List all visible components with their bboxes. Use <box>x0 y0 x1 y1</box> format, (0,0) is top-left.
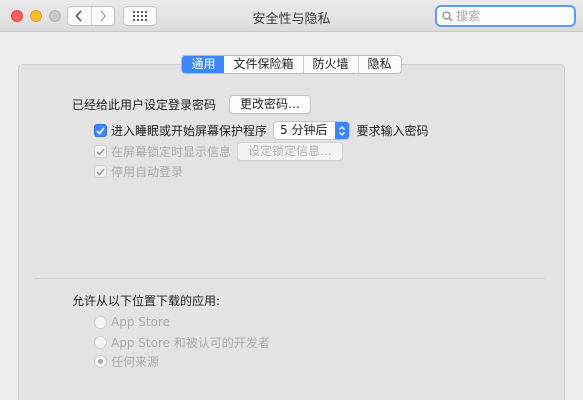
disable-auto-login-checkbox[interactable] <box>94 165 107 178</box>
updown-arrows-icon <box>335 122 350 139</box>
section-divider <box>35 278 545 279</box>
download-option-identified-developers[interactable]: App Store 和被认可的开发者 <box>94 334 270 351</box>
set-lock-message-button[interactable]: 设定锁定信息… <box>237 142 344 161</box>
require-password-suffix: 要求输入密码 <box>356 124 429 138</box>
show-message-label: 在屏幕锁定时显示信息 <box>111 145 232 159</box>
show-message-checkbox[interactable] <box>94 145 107 158</box>
require-password-row: 进入睡眠或开始屏幕保护程序 5 分钟后 要求输入密码 <box>94 121 428 140</box>
tab-firewall[interactable]: 防火墙 <box>302 56 358 73</box>
checkmark-icon <box>96 168 105 176</box>
checkmark-icon <box>96 126 105 135</box>
download-option-anywhere[interactable]: 任何来源 <box>94 353 159 370</box>
tab-general[interactable]: 通用 <box>182 56 225 73</box>
disable-auto-login-label: 停用自动登录 <box>111 165 184 179</box>
radio-label: 任何来源 <box>111 355 160 369</box>
radio-app-store[interactable] <box>94 315 107 329</box>
show-message-row: 在屏幕锁定时显示信息 设定锁定信息… <box>94 142 344 161</box>
search-icon <box>442 10 453 21</box>
require-password-checkbox[interactable] <box>94 124 107 137</box>
title-bar: 安全性与隐私 <box>0 0 583 32</box>
disable-auto-login-row: 停用自动登录 <box>94 163 183 180</box>
radio-label: App Store <box>111 315 170 329</box>
tab-bar: 通用 文件保险箱 防火墙 隐私 <box>181 55 402 74</box>
radio-label: App Store 和被认可的开发者 <box>111 336 270 350</box>
search-field[interactable] <box>435 5 576 27</box>
downloads-heading: 允许从以下位置下载的应用: <box>72 294 221 308</box>
search-input[interactable] <box>453 9 574 23</box>
tab-filevault[interactable]: 文件保险箱 <box>224 56 302 73</box>
password-delay-select[interactable]: 5 分钟后 <box>273 121 351 140</box>
downloads-heading-row: 允许从以下位置下载的应用: <box>72 292 220 309</box>
require-password-prefix: 进入睡眠或开始屏幕保护程序 <box>111 124 268 138</box>
checkmark-icon <box>96 148 105 156</box>
password-row: 已经给此用户设定登录密码 更改密码… <box>72 95 312 114</box>
radio-anywhere[interactable] <box>94 355 107 368</box>
change-password-button[interactable]: 更改密码… <box>229 95 312 114</box>
password-set-label: 已经给此用户设定登录密码 <box>72 98 217 112</box>
download-option-app-store[interactable]: App Store <box>94 315 170 329</box>
tab-privacy[interactable]: 隐私 <box>357 56 401 73</box>
password-delay-value: 5 分钟后 <box>280 123 328 137</box>
radio-identified-developers[interactable] <box>94 336 107 349</box>
tab-bar-wrapper: 通用 文件保险箱 防火墙 隐私 <box>0 55 583 74</box>
security-privacy-window: 安全性与隐私 通用 文件保险箱 防火墙 隐私 已经给此用户设定登录密码 更改密码… <box>0 0 583 400</box>
